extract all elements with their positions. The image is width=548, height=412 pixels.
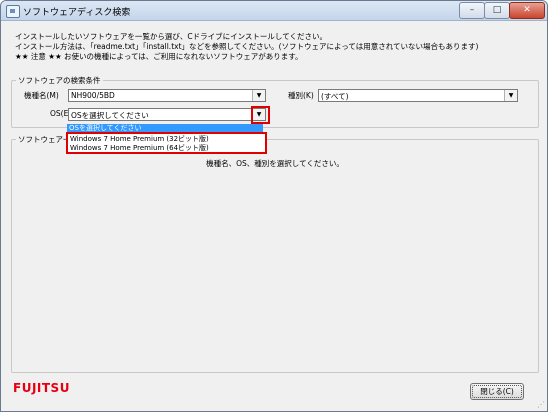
type-label: 種別(K) (288, 91, 314, 100)
instructions: インストールしたいソフトウェアを一覧から選び、Cドライブにインストールしてくださ… (15, 32, 478, 62)
os-dropdown-highlight-row[interactable]: OSを選択してください (67, 124, 263, 132)
os-arrow-highlight (251, 106, 270, 124)
minimize-button[interactable]: – (459, 2, 485, 19)
fujitsu-logo: FUJITSU (13, 381, 70, 395)
model-select[interactable]: NH900/5BD ▼ (68, 89, 266, 102)
instruction-line-2: インストール方法は、「readme.txt」「install.txt」などを参照… (15, 42, 479, 51)
os-select-value: OSを選択してください (71, 111, 149, 120)
model-dropdown-arrow-icon[interactable]: ▼ (252, 90, 265, 101)
instruction-line-3: ★★ 注意 ★★ お使いの機種によっては、ご利用になれないソフトウェアがあります… (15, 52, 303, 61)
maximize-button[interactable]: □ (484, 2, 510, 19)
os-select[interactable]: OSを選択してください ▼ (68, 108, 266, 121)
title-bar[interactable]: ソフトウェアディスク検索 – □ ✕ (1, 1, 547, 21)
type-select-value: (すべて) (321, 92, 349, 101)
type-dropdown-arrow-icon[interactable]: ▼ (504, 90, 517, 101)
window-title: ソフトウェアディスク検索 (23, 8, 131, 18)
search-conditions-title: ソフトウェアの検索条件 (16, 75, 103, 86)
os-option-64bit[interactable]: Windows 7 Home Premium (64ビット版) (70, 143, 209, 153)
instruction-line-1: インストールしたいソフトウェアを一覧から選び、Cドライブにインストールしてくださ… (15, 32, 327, 41)
os-dropdown-list: Windows 7 Home Premium (32ビット版) Windows … (66, 132, 267, 154)
model-label: 機種名(M) (24, 91, 59, 100)
search-conditions-group: ソフトウェアの検索条件 機種名(M) NH900/5BD ▼ 種別(K) (すべ… (11, 75, 539, 128)
selection-prompt: 機種名、OS、種別を選択してください。 (206, 159, 344, 168)
resize-grip-icon[interactable]: ⋰ (537, 400, 545, 409)
software-list-group: ソフトウェア一覧 機種名、OS、種別を選択してください。 (11, 134, 539, 373)
os-option-placeholder[interactable]: OSを選択してください (69, 124, 142, 132)
close-window-button[interactable]: ✕ (509, 2, 545, 19)
app-icon (6, 5, 20, 18)
close-button[interactable]: 閉じる(C) (470, 383, 524, 400)
type-select[interactable]: (すべて) ▼ (318, 89, 518, 102)
software-disc-search-window: ソフトウェアディスク検索 – □ ✕ インストールしたいソフトウェアを一覧から選… (0, 0, 548, 412)
model-select-value: NH900/5BD (71, 91, 115, 100)
